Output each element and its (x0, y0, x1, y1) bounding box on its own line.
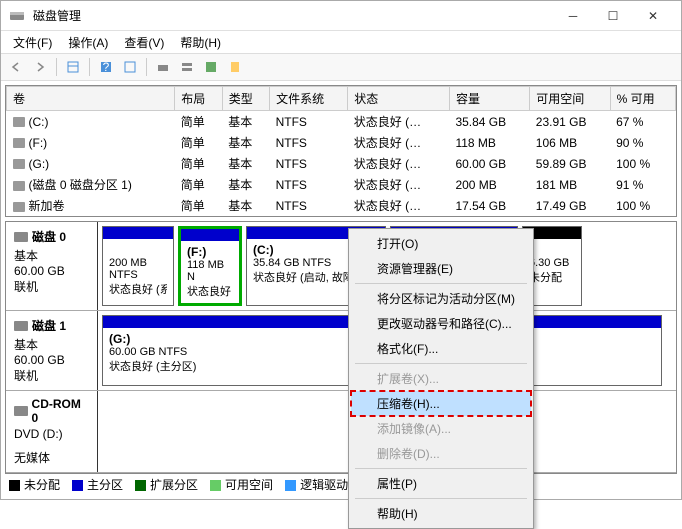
svg-text:?: ? (103, 60, 110, 74)
volume-icon (13, 159, 25, 169)
column-header[interactable]: 类型 (222, 87, 269, 111)
column-header[interactable]: 布局 (175, 87, 222, 111)
ctx-extend: 扩展卷(X)... (351, 366, 531, 391)
close-button[interactable]: ✕ (633, 2, 673, 30)
volume-row[interactable]: 新加卷简单基本NTFS状态良好 (…17.54 GB17.49 GB100 % (7, 195, 676, 216)
ctx-mark-active[interactable]: 将分区标记为活动分区(M) (351, 286, 531, 311)
menu-help[interactable]: 帮助(H) (172, 32, 229, 53)
partition[interactable]: (F:)118 MB N状态良好 ( (178, 226, 242, 306)
disk-icon (14, 232, 28, 242)
window-title: 磁盘管理 (33, 7, 553, 24)
minimize-button[interactable]: ─ (553, 2, 593, 30)
ctx-mirror: 添加镜像(A)... (351, 416, 531, 441)
volume-icon (13, 202, 25, 212)
volume-icon (13, 117, 25, 127)
volume-list[interactable]: 卷布局类型文件系统状态容量可用空间% 可用 (C:)简单基本NTFS状态良好 (… (5, 85, 677, 217)
help-button[interactable]: ? (95, 56, 117, 78)
volume-icon (13, 181, 25, 191)
ctx-shrink[interactable]: 压缩卷(H)... (351, 391, 531, 416)
column-header[interactable]: 文件系统 (270, 87, 348, 111)
ctx-open[interactable]: 打开(O) (351, 231, 531, 256)
ctx-properties[interactable]: 属性(P) (351, 471, 531, 496)
column-header[interactable]: 状态 (348, 87, 450, 111)
disk-icon (14, 321, 28, 331)
properties-button[interactable] (224, 56, 246, 78)
ctx-delete: 删除卷(D)... (351, 441, 531, 466)
volume-row[interactable]: (G:)简单基本NTFS状态良好 (…60.00 GB59.89 GB100 % (7, 153, 676, 174)
ctx-help[interactable]: 帮助(H) (351, 501, 531, 526)
volume-row[interactable]: (F:)简单基本NTFS状态良好 (…118 MB106 MB90 % (7, 132, 676, 153)
disk-list-button[interactable] (176, 56, 198, 78)
refresh-button[interactable] (152, 56, 174, 78)
disk-info[interactable]: 磁盘 0基本60.00 GB联机 (6, 222, 98, 310)
view-button[interactable] (62, 56, 84, 78)
volume-row[interactable]: (磁盘 0 磁盘分区 1)简单基本NTFS状态良好 (…200 MB181 MB… (7, 174, 676, 195)
column-header[interactable]: 卷 (7, 87, 175, 111)
menubar: 文件(F) 操作(A) 查看(V) 帮助(H) (1, 31, 681, 53)
titlebar: 磁盘管理 ─ ☐ ✕ (1, 1, 681, 31)
legend: 未分配 主分区 扩展分区 可用空间 逻辑驱动器 (9, 476, 360, 493)
context-menu: 打开(O) 资源管理器(E) 将分区标记为活动分区(M) 更改驱动器号和路径(C… (348, 228, 534, 529)
column-header[interactable]: % 可用 (610, 87, 675, 111)
disk-info[interactable]: CD-ROM 0DVD (D:)无媒体 (6, 391, 98, 472)
disk-row: 磁盘 0基本60.00 GB联机 200 MB NTFS状态良好 (系统(F:)… (6, 222, 676, 311)
toolbar: ? (1, 53, 681, 81)
ctx-change-letter[interactable]: 更改驱动器号和路径(C)... (351, 311, 531, 336)
disk-graphical-view[interactable]: 磁盘 0基本60.00 GB联机 200 MB NTFS状态良好 (系统(F:)… (5, 221, 677, 474)
menu-action[interactable]: 操作(A) (60, 32, 116, 53)
column-header[interactable]: 容量 (449, 87, 529, 111)
maximize-button[interactable]: ☐ (593, 2, 633, 30)
back-button[interactable] (5, 56, 27, 78)
disk-info[interactable]: 磁盘 1基本60.00 GB联机 (6, 311, 98, 390)
disk-row: 磁盘 1基本60.00 GB联机(G:)60.00 GB NTFS状态良好 (主… (6, 311, 676, 391)
ctx-format[interactable]: 格式化(F)... (351, 336, 531, 361)
settings-button[interactable] (119, 56, 141, 78)
column-header[interactable]: 可用空间 (530, 87, 610, 111)
ctx-explorer[interactable]: 资源管理器(E) (351, 256, 531, 281)
action-button[interactable] (200, 56, 222, 78)
menu-view[interactable]: 查看(V) (116, 32, 172, 53)
app-icon (9, 8, 25, 24)
partition[interactable]: 200 MB NTFS状态良好 (系统 (102, 226, 174, 306)
forward-button[interactable] (29, 56, 51, 78)
volume-icon (13, 138, 25, 148)
disk-icon (14, 406, 28, 416)
disk-row: CD-ROM 0DVD (D:)无媒体 (6, 391, 676, 473)
volume-row[interactable]: (C:)简单基本NTFS状态良好 (…35.84 GB23.91 GB67 % (7, 111, 676, 133)
menu-file[interactable]: 文件(F) (5, 32, 60, 53)
